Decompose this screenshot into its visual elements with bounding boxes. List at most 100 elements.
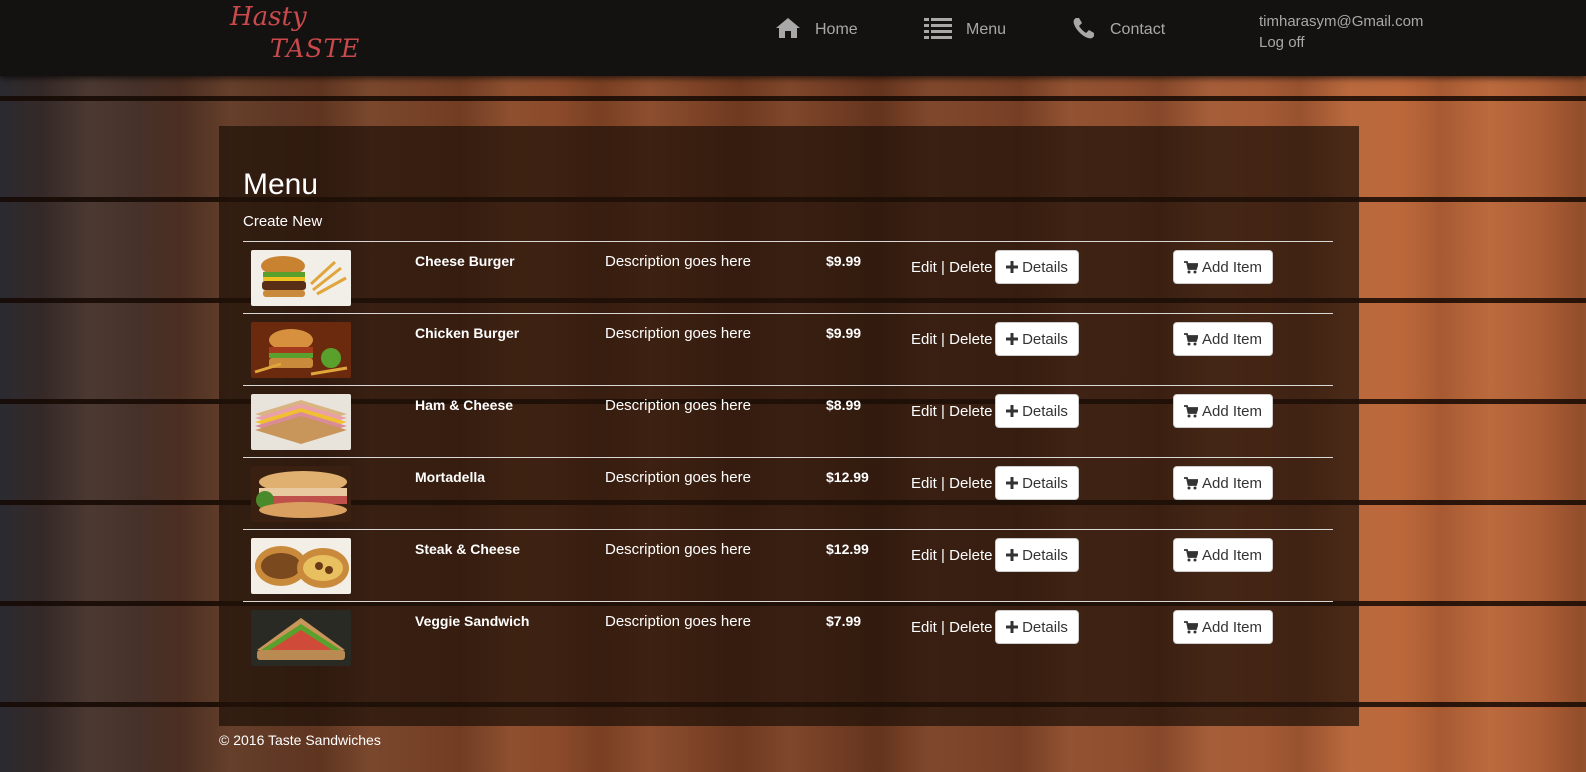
nav-menu-label: Menu xyxy=(966,21,1007,38)
action-separator: | xyxy=(941,475,945,492)
plus-icon xyxy=(1006,621,1019,633)
shopping-cart-icon xyxy=(1183,404,1198,418)
plus-icon xyxy=(1006,333,1019,345)
shopping-cart-icon xyxy=(1183,260,1198,274)
item-price: $9.99 xyxy=(826,325,862,341)
plus-icon xyxy=(1006,405,1019,417)
details-button[interactable]: Details xyxy=(995,466,1079,500)
item-name: Steak & Cheese xyxy=(415,541,521,557)
item-thumbnail-veggie-sandwich xyxy=(251,610,351,666)
edit-link[interactable]: Edit xyxy=(911,331,937,348)
item-price: $8.99 xyxy=(826,397,862,413)
shopping-cart-icon xyxy=(1183,476,1198,490)
nav-menu-link[interactable]: Menu xyxy=(924,17,1006,43)
action-separator: | xyxy=(941,619,945,636)
details-button[interactable]: Details xyxy=(995,610,1079,644)
item-description: Description goes here xyxy=(605,397,751,414)
add-item-label: Add Item xyxy=(1201,546,1263,564)
menu-row: Chicken Burger Description goes here $9.… xyxy=(243,313,1333,386)
item-actions: Edit | Delete xyxy=(911,331,992,348)
delete-link[interactable]: Delete xyxy=(949,331,992,348)
item-description: Description goes here xyxy=(605,325,751,342)
user-email-link[interactable]: timharasym@Gmail.com xyxy=(1259,13,1423,30)
create-new-link[interactable]: Create New xyxy=(243,213,322,230)
delete-link[interactable]: Delete xyxy=(949,403,992,420)
action-separator: | xyxy=(941,403,945,420)
item-description: Description goes here xyxy=(605,541,751,558)
edit-link[interactable]: Edit xyxy=(911,619,937,636)
navbar: Hasty TASTE Home Menu Contact timharasym… xyxy=(0,0,1586,76)
delete-link[interactable]: Delete xyxy=(949,259,992,276)
phone-icon xyxy=(1072,16,1096,45)
details-button[interactable]: Details xyxy=(995,250,1079,284)
menu-row: Ham & Cheese Description goes here $8.99… xyxy=(243,385,1333,458)
details-button[interactable]: Details xyxy=(995,538,1079,572)
item-actions: Edit | Delete xyxy=(911,475,992,492)
item-price: $12.99 xyxy=(826,541,869,557)
item-price: $12.99 xyxy=(826,469,869,485)
action-separator: | xyxy=(941,547,945,564)
shopping-cart-icon xyxy=(1183,332,1198,346)
footer-copyright: © 2016 Taste Sandwiches xyxy=(219,732,381,748)
add-item-button[interactable]: Add Item xyxy=(1173,250,1273,284)
item-actions: Edit | Delete xyxy=(911,259,992,276)
brand-line1: Hasty xyxy=(230,2,307,32)
item-actions: Edit | Delete xyxy=(911,403,992,420)
page-title: Menu xyxy=(243,168,319,201)
item-description: Description goes here xyxy=(605,469,751,486)
delete-link[interactable]: Delete xyxy=(949,475,992,492)
edit-link[interactable]: Edit xyxy=(911,547,937,564)
item-name: Chicken Burger xyxy=(415,325,520,341)
add-item-button[interactable]: Add Item xyxy=(1173,610,1273,644)
item-name: Mortadella xyxy=(415,469,486,485)
brand-logo[interactable]: Hasty TASTE xyxy=(230,2,370,68)
brand-line2: TASTE xyxy=(270,34,361,63)
details-label: Details xyxy=(1022,258,1068,276)
list-icon xyxy=(924,17,952,44)
action-separator: | xyxy=(941,331,945,348)
plus-icon xyxy=(1006,477,1019,489)
details-label: Details xyxy=(1022,474,1068,492)
nav-contact-link[interactable]: Contact xyxy=(1072,17,1165,43)
shopping-cart-icon xyxy=(1183,620,1198,634)
details-label: Details xyxy=(1022,402,1068,420)
nav-contact-label: Contact xyxy=(1110,21,1166,38)
add-item-button[interactable]: Add Item xyxy=(1173,394,1273,428)
item-thumbnail-mortadella xyxy=(251,466,351,522)
home-icon xyxy=(775,17,801,44)
item-name: Veggie Sandwich xyxy=(415,613,530,629)
edit-link[interactable]: Edit xyxy=(911,475,937,492)
item-thumbnail-cheese-burger xyxy=(251,250,351,306)
item-thumbnail-steak-cheese xyxy=(251,538,351,594)
add-item-label: Add Item xyxy=(1201,402,1263,420)
item-actions: Edit | Delete xyxy=(911,619,992,636)
item-price: $7.99 xyxy=(826,613,862,629)
add-item-button[interactable]: Add Item xyxy=(1173,538,1273,572)
add-item-label: Add Item xyxy=(1201,330,1263,348)
nav-home-link[interactable]: Home xyxy=(775,17,858,43)
item-price: $9.99 xyxy=(826,253,862,269)
add-item-button[interactable]: Add Item xyxy=(1173,466,1273,500)
add-item-label: Add Item xyxy=(1201,258,1263,276)
edit-link[interactable]: Edit xyxy=(911,403,937,420)
add-item-label: Add Item xyxy=(1201,474,1263,492)
nav-home-label: Home xyxy=(815,21,858,38)
item-thumbnail-ham-cheese xyxy=(251,394,351,450)
item-description: Description goes here xyxy=(605,613,751,630)
details-button[interactable]: Details xyxy=(995,322,1079,356)
menu-panel: Menu Create New Cheese Burger Descriptio… xyxy=(219,126,1359,726)
add-item-button[interactable]: Add Item xyxy=(1173,322,1273,356)
delete-link[interactable]: Delete xyxy=(949,547,992,564)
edit-link[interactable]: Edit xyxy=(911,259,937,276)
details-button[interactable]: Details xyxy=(995,394,1079,428)
plus-icon xyxy=(1006,549,1019,561)
menu-row: Mortadella Description goes here $12.99 … xyxy=(243,457,1333,530)
item-name: Cheese Burger xyxy=(415,253,515,269)
details-label: Details xyxy=(1022,546,1068,564)
delete-link[interactable]: Delete xyxy=(949,619,992,636)
menu-row: Veggie Sandwich Description goes here $7… xyxy=(243,601,1333,674)
item-actions: Edit | Delete xyxy=(911,547,992,564)
item-thumbnail-chicken-burger xyxy=(251,322,351,378)
action-separator: | xyxy=(941,259,945,276)
logoff-link[interactable]: Log off xyxy=(1259,34,1305,51)
